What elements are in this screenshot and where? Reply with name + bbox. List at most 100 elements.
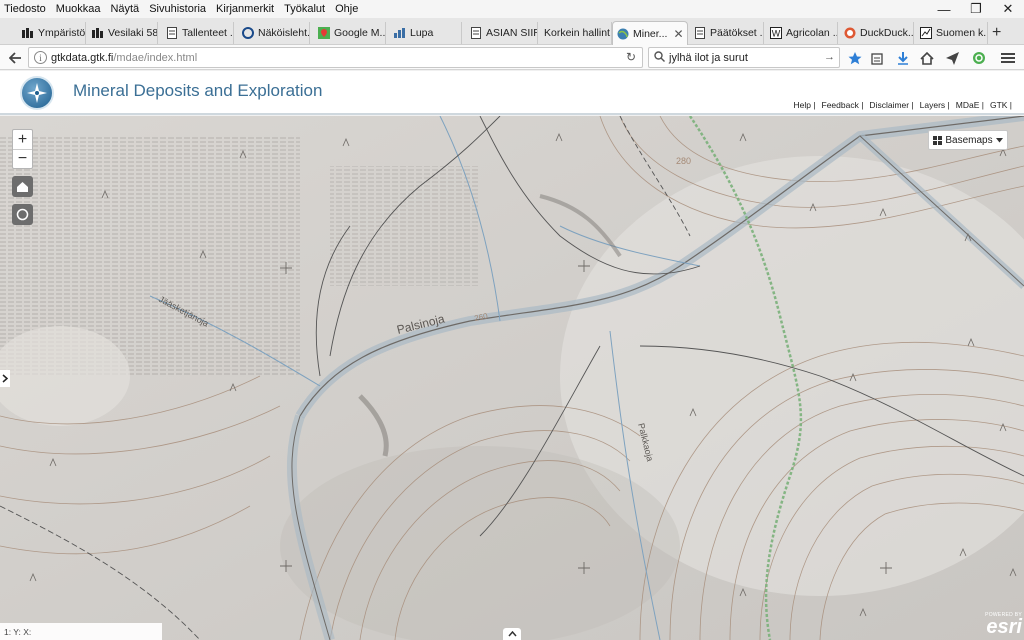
app-title: Mineral Deposits and Exploration [73, 81, 323, 100]
send-button[interactable] [943, 49, 961, 67]
tab-vesilaki[interactable]: Vesilaki 58... [88, 22, 158, 44]
tab-google-maps[interactable]: Google M... [314, 22, 386, 44]
search-go-icon[interactable]: → [824, 51, 835, 63]
esri-logo: esri [986, 616, 1022, 638]
reload-icon[interactable]: ↻ [626, 50, 636, 64]
tab-label: Miner... [633, 27, 668, 40]
tab-label: Lupa [410, 27, 434, 39]
search-query[interactable]: jylhä ilot ja surut [669, 52, 748, 64]
globe-icon [617, 28, 629, 40]
navigation-bar: i gtkdata.gtk.fi/mdae/index.html ↻ jylhä… [0, 45, 1024, 70]
bars-icon [92, 27, 104, 39]
home-extent-button[interactable] [12, 176, 33, 197]
info-icon[interactable]: i [34, 51, 47, 64]
search-icon [654, 51, 665, 65]
esri-attribution[interactable]: POWERED BY esri [978, 612, 1022, 638]
bottom-panel-toggle[interactable] [503, 628, 521, 640]
menu-edit[interactable]: Muokkaa [51, 3, 106, 15]
extension-button[interactable] [970, 49, 988, 67]
sidebar-toggle[interactable] [0, 370, 10, 387]
document-icon [694, 27, 706, 39]
tab-label: ASIAN SIIR... [486, 27, 537, 39]
menu-view[interactable]: Näytä [105, 3, 144, 15]
layers-link[interactable]: Layers | [920, 100, 950, 110]
map-pin-icon [318, 27, 330, 39]
clipboard-icon [871, 52, 883, 65]
feedback-link[interactable]: Feedback | [822, 100, 864, 110]
tab-label: Vesilaki 58... [108, 27, 158, 39]
zoom-control: + − [12, 129, 33, 169]
locate-icon [16, 208, 29, 221]
help-link[interactable]: Help | [793, 100, 815, 110]
menu-help[interactable]: Ohje [330, 3, 363, 15]
tab-label: Päätökset ... [710, 27, 764, 39]
mdae-link[interactable]: MDaE | [956, 100, 984, 110]
tab-nakoislehti[interactable]: Näköisleht... [238, 22, 310, 44]
tab-ymparisto[interactable]: Ympäristö... [18, 22, 86, 44]
tab-asian-siirto[interactable]: ASIAN SIIR... [466, 22, 538, 44]
close-tab-icon[interactable]: ✕ [673, 27, 683, 41]
paper-plane-icon [945, 51, 959, 65]
maximize-button[interactable]: ❐ [962, 0, 990, 18]
grid-icon [933, 135, 943, 145]
browser-menu-bar: Tiedosto Muokkaa Näytä Sivuhistoria Kirj… [0, 0, 1024, 18]
tab-tallenteet[interactable]: Tallenteet ... [162, 22, 234, 44]
svg-text:W: W [772, 29, 781, 39]
chevron-right-icon [2, 374, 8, 383]
coordinate-readout: 1: Y: X: [0, 623, 162, 640]
tab-suomen[interactable]: Suomen k... [916, 22, 988, 44]
home-icon [920, 51, 934, 65]
chart-icon [920, 27, 932, 39]
tab-korkein-hallinto[interactable]: Korkein hallint... [540, 22, 612, 44]
menu-history[interactable]: Sivuhistoria [144, 3, 211, 15]
w-icon: W [770, 27, 782, 39]
tab-label: Tallenteet ... [182, 27, 234, 39]
home-button[interactable] [918, 49, 936, 67]
bars-icon [22, 27, 34, 39]
basemaps-button[interactable]: Basemaps [928, 130, 1008, 150]
tab-mineral-active[interactable]: Miner... ✕ [612, 21, 688, 45]
zoom-out-button[interactable]: − [13, 149, 32, 168]
bookmark-star-button[interactable] [846, 49, 864, 67]
gtk-link[interactable]: GTK | [990, 100, 1012, 110]
close-window-button[interactable]: ✕ [994, 0, 1022, 18]
reading-list-button[interactable] [868, 49, 886, 67]
tab-label: Google M... [334, 27, 386, 39]
address-bar[interactable]: i gtkdata.gtk.fi/mdae/index.html ↻ [28, 47, 643, 68]
caret-down-icon [995, 137, 1003, 142]
zoom-in-button[interactable]: + [13, 130, 32, 149]
map-view[interactable]: Palsinoja Jääsketjänoja Palkkaoja 280 26… [0, 116, 1024, 640]
gtk-logo[interactable] [20, 76, 54, 110]
tab-bar: Ympäristö... Vesilaki 58... Tallenteet .… [0, 18, 1024, 45]
tab-label: DuckDuck... [860, 27, 914, 39]
new-tab-button[interactable]: + [992, 24, 1001, 42]
app-header: Mineral Deposits and Exploration Help | … [0, 71, 1024, 115]
map-label-contour-280: 280 [676, 156, 691, 166]
chevron-up-icon [507, 631, 517, 637]
tab-agricolan[interactable]: W Agricolan ... [766, 22, 838, 44]
locate-button[interactable] [12, 204, 33, 225]
downloads-button[interactable] [894, 49, 912, 67]
search-bar[interactable]: jylhä ilot ja surut → [648, 47, 840, 68]
minimize-button[interactable]: — [930, 0, 958, 18]
menu-file[interactable]: Tiedosto [0, 3, 51, 15]
tab-lupa[interactable]: Lupa [390, 22, 462, 44]
url-text[interactable]: gtkdata.gtk.fi/mdae/index.html [51, 52, 197, 64]
circle-icon [242, 27, 254, 39]
disclaimer-link[interactable]: Disclaimer | [869, 100, 913, 110]
tab-label: Agricolan ... [786, 27, 838, 39]
url-host: gtkdata.gtk.fi [51, 52, 114, 64]
menu-tools[interactable]: Työkalut [279, 3, 330, 15]
back-button[interactable] [6, 49, 24, 67]
url-path: /mdae/index.html [113, 52, 198, 64]
tab-paatokset[interactable]: Päätökset ... [690, 22, 764, 44]
tab-label: Korkein hallint... [544, 27, 612, 39]
compass-icon [27, 83, 47, 103]
tab-label: Näköisleht... [258, 27, 310, 39]
topographic-map[interactable]: Palsinoja Jääsketjänoja Palkkaoja 280 26… [0, 116, 1024, 640]
menu-bookmarks[interactable]: Kirjanmerkit [211, 3, 279, 15]
menu-button[interactable] [999, 49, 1017, 67]
refresh-circle-icon [973, 52, 985, 64]
tab-duckduckgo[interactable]: DuckDuck... [840, 22, 914, 44]
basemaps-label: Basemaps [945, 134, 993, 146]
